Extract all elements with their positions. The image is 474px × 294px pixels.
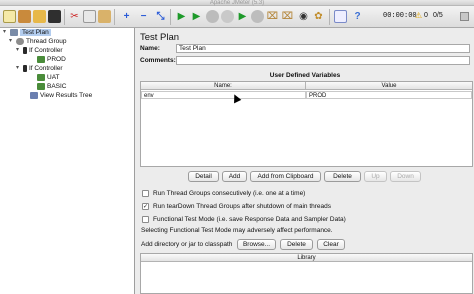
clear-all-icon[interactable]: ⌧ xyxy=(281,10,294,23)
status-light-icon xyxy=(460,12,469,21)
controller-icon xyxy=(23,46,27,54)
user-defined-variables-title: User Defined Variables xyxy=(269,72,341,79)
clear-icon[interactable]: ⌧ xyxy=(266,10,279,23)
functional-mode-warning: Selecting Functional Test Mode may adver… xyxy=(141,227,333,234)
remote-stop-icon[interactable] xyxy=(251,10,264,23)
sampler-icon xyxy=(37,55,45,63)
run-teardown-option[interactable]: ✓ Run tearDown Thread Groups after shutdo… xyxy=(142,202,331,211)
cut-icon[interactable]: ✂ xyxy=(68,10,81,23)
tree-item-label: BASIC xyxy=(47,83,67,90)
detail-button[interactable]: Detail xyxy=(188,171,219,182)
tree-item-label: If Controller xyxy=(29,65,63,72)
tree-item-label: View Results Tree xyxy=(40,92,93,99)
collapse-arrow-icon[interactable]: ▾ xyxy=(16,46,19,55)
checkbox[interactable]: ✓ xyxy=(142,202,149,210)
tree-item-basic[interactable]: BASIC xyxy=(37,82,67,91)
warning-icon[interactable]: ⚠ xyxy=(415,11,422,20)
column-header-library[interactable]: Library xyxy=(141,254,472,262)
collapse-arrow-icon[interactable]: ▾ xyxy=(3,28,6,37)
test-plan-icon xyxy=(10,28,18,36)
new-icon[interactable] xyxy=(3,10,16,23)
page-title: Test Plan xyxy=(140,32,180,43)
browse-button[interactable]: Browse... xyxy=(237,239,276,250)
variables-table[interactable]: Name: Value env PROD xyxy=(140,81,473,167)
tree-item-if-controller[interactable]: ▾ If Controller xyxy=(16,46,63,55)
clear-button[interactable]: Clear xyxy=(317,239,345,250)
column-header-value[interactable]: Value xyxy=(306,82,472,90)
comments-label: Comments: xyxy=(140,57,176,64)
tree-item-if-controller[interactable]: ▾ If Controller xyxy=(16,64,63,73)
templates-icon[interactable] xyxy=(18,10,31,23)
name-label: Name: xyxy=(140,45,160,52)
run-consecutively-option[interactable]: Run Thread Groups consecutively (i.e. on… xyxy=(142,189,305,198)
tree-item-thread-group[interactable]: ▾ Thread Group xyxy=(9,37,66,46)
test-plan-panel: Test Plan Name: Test Plan Comments: User… xyxy=(136,28,474,294)
elapsed-timer: 00:00:00 xyxy=(383,12,417,20)
remote-start-icon[interactable]: ▶ xyxy=(236,10,249,23)
library-table[interactable]: Library xyxy=(140,253,473,294)
tree-item-label: UAT xyxy=(47,74,60,81)
shutdown-icon[interactable] xyxy=(221,10,234,23)
sampler-icon xyxy=(37,73,45,81)
option-label: Functional Test Mode (i.e. save Response… xyxy=(153,216,346,223)
comments-field[interactable] xyxy=(176,56,470,65)
delete-button[interactable]: Delete xyxy=(324,171,361,182)
active-threads: 0/5 xyxy=(433,12,443,19)
functional-test-mode-option[interactable]: Functional Test Mode (i.e. save Response… xyxy=(142,215,346,224)
option-label: Run tearDown Thread Groups after shutdow… xyxy=(153,203,332,210)
collapse-arrow-icon[interactable]: ▾ xyxy=(9,37,12,46)
toggle-icon[interactable]: ⤡ xyxy=(154,10,167,23)
tree-item-label: Test Plan xyxy=(20,29,51,36)
open-icon[interactable] xyxy=(33,10,46,23)
checkbox[interactable] xyxy=(142,189,149,197)
copy-icon[interactable] xyxy=(83,10,96,23)
controller-icon xyxy=(23,64,27,72)
option-label: Run Thread Groups consecutively (i.e. on… xyxy=(153,190,306,197)
up-button[interactable]: Up xyxy=(364,171,387,182)
start-icon[interactable]: ▶ xyxy=(175,10,188,23)
function-helper-icon[interactable] xyxy=(334,10,347,23)
tree-item-prod[interactable]: PROD xyxy=(37,55,66,64)
help-icon[interactable]: ? xyxy=(351,10,364,23)
start-no-pause-icon[interactable]: ▶ xyxy=(190,10,203,23)
column-header-name[interactable]: Name: xyxy=(141,82,306,90)
paste-icon[interactable] xyxy=(98,10,111,23)
search-icon[interactable]: ◉ xyxy=(297,10,310,23)
add-button[interactable]: Add xyxy=(222,171,247,182)
name-field[interactable]: Test Plan xyxy=(176,44,470,53)
listener-icon xyxy=(30,91,38,99)
collapse-icon[interactable]: − xyxy=(137,10,150,23)
classpath-label: Add directory or jar to classpath xyxy=(141,241,233,248)
collapse-arrow-icon[interactable]: ▾ xyxy=(16,64,19,73)
variable-name-cell[interactable]: env xyxy=(141,91,306,99)
expand-icon[interactable]: + xyxy=(120,10,133,23)
sampler-icon xyxy=(37,82,45,90)
down-button[interactable]: Down xyxy=(390,171,421,182)
tree-item-label: If Controller xyxy=(29,47,63,54)
stop-icon[interactable] xyxy=(206,10,219,23)
thread-group-icon xyxy=(16,37,24,45)
tree-item-label: Thread Group xyxy=(26,38,67,45)
checkbox[interactable] xyxy=(142,215,149,223)
test-plan-tree: ▾ Test Plan ▾ Thread Group ▾ If Controll… xyxy=(0,28,135,294)
reset-search-icon[interactable]: ✿ xyxy=(312,10,325,23)
warning-count: 0 xyxy=(424,12,428,19)
tree-item-label: PROD xyxy=(47,56,66,63)
tree-item-view-results-tree[interactable]: View Results Tree xyxy=(30,91,92,100)
tree-item-uat[interactable]: UAT xyxy=(37,73,60,82)
save-icon[interactable] xyxy=(48,10,61,23)
toolbar: ✂ + − ⤡ ▶ ▶ ▶ ⌧ ⌧ ◉ ✿ ? 00:00:00 ⚠ 0 0/5 xyxy=(0,6,474,28)
classpath-delete-button[interactable]: Delete xyxy=(280,239,313,250)
variable-value-cell[interactable]: PROD xyxy=(306,91,472,99)
tree-item-test-plan[interactable]: ▾ Test Plan xyxy=(3,28,51,37)
add-from-clipboard-button[interactable]: Add from Clipboard xyxy=(250,171,321,182)
